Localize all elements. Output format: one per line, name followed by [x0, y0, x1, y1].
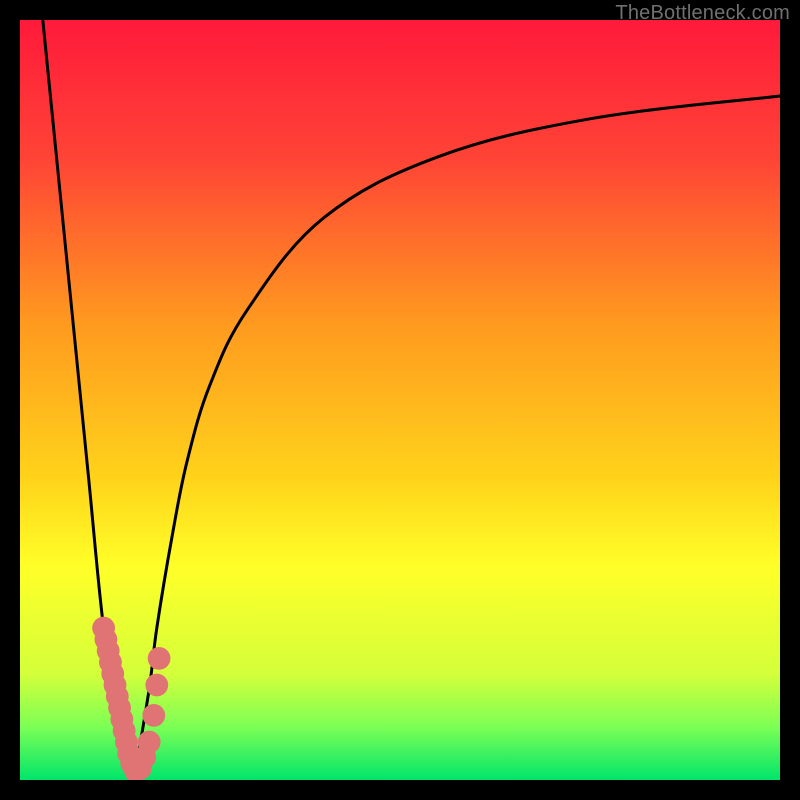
- marker-dot: [145, 674, 168, 697]
- chart-frame: TheBottleneck.com: [0, 0, 800, 800]
- marker-dot: [148, 647, 171, 670]
- watermark-label: TheBottleneck.com: [615, 2, 790, 25]
- marker-dot: [142, 704, 165, 727]
- marker-dot: [138, 731, 161, 754]
- plot-area: [20, 20, 780, 780]
- gradient-background: [20, 20, 780, 780]
- chart-svg: [20, 20, 780, 780]
